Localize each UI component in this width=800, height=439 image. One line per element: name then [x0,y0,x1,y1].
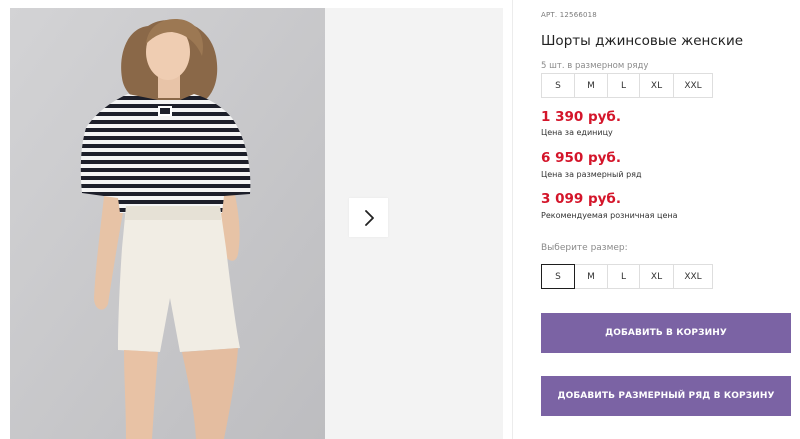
retail-price: 3 099 руб. [541,191,621,207]
size-option-l[interactable]: L [607,264,640,289]
size-set-label: 5 шт. в размерном ряду [541,61,649,71]
size-set-price-caption: Цена за размерный ряд [541,170,642,179]
size-option-m[interactable]: M [574,264,608,289]
size-set-row: S M L XL XXL [541,73,713,98]
size-selector: S M L XL XXL [541,264,713,289]
column-divider [512,0,513,439]
size-set-item: S [541,73,575,98]
size-option-s[interactable]: S [541,264,575,289]
product-photo[interactable] [10,8,325,439]
product-title: Шорты джинсовые женские [541,33,744,49]
product-gallery [10,8,503,439]
size-option-xl[interactable]: XL [639,264,674,289]
add-size-row-button[interactable]: ДОБАВИТЬ РАЗМЕРНЫЙ РЯД В КОРЗИНУ [541,376,791,416]
add-to-cart-button[interactable]: ДОБАВИТЬ В КОРЗИНУ [541,313,791,353]
next-image-button[interactable] [349,198,388,237]
article-number: АРТ. 12566018 [541,11,597,19]
choose-size-label: Выберите размер: [541,243,628,253]
model-illustration [10,8,325,439]
size-set-item: M [574,73,608,98]
unit-price-caption: Цена за единицу [541,128,613,137]
size-set-item: XXL [673,73,713,98]
retail-price-caption: Рекомендуемая розничная цена [541,211,678,220]
size-set-item: L [607,73,640,98]
size-set-price: 6 950 руб. [541,150,621,166]
size-set-item: XL [639,73,674,98]
unit-price: 1 390 руб. [541,109,621,125]
chevron-right-icon [364,209,374,226]
size-option-xxl[interactable]: XXL [673,264,713,289]
